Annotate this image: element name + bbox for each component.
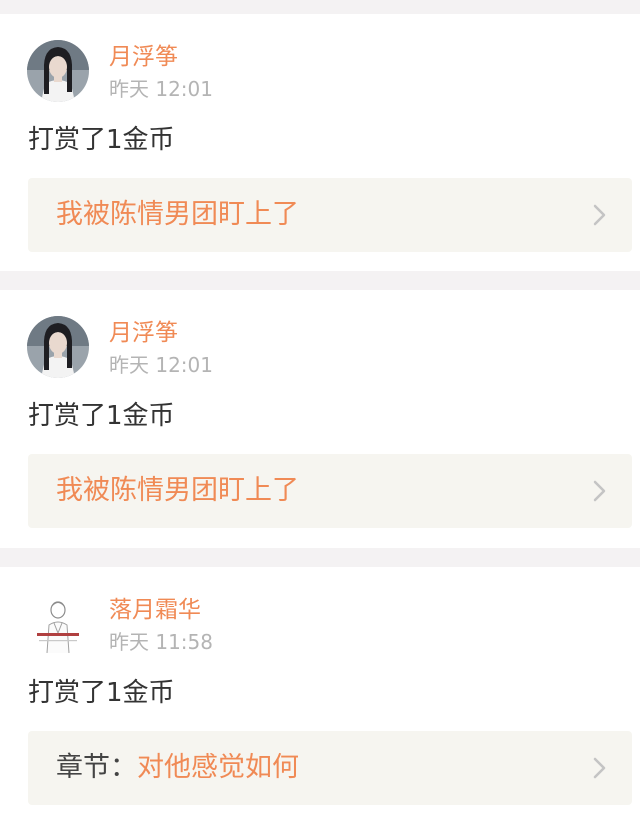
chevron-right-icon [593, 480, 606, 502]
link-title: 我被陈情男团盯上了 [56, 199, 299, 230]
action-text: 打赏了1金币 [28, 125, 175, 155]
user-avatar-image [27, 40, 89, 102]
chapter-link-button[interactable]: 章节：对他感觉如何 [28, 731, 632, 805]
link-text: 我被陈情男团盯上了 [56, 196, 299, 234]
chevron-right-icon [593, 204, 606, 226]
link-text: 我被陈情男团盯上了 [56, 472, 299, 510]
timestamp: 昨天 12:01 [109, 77, 213, 101]
link-prefix: 章节： [56, 752, 137, 783]
story-link-button[interactable]: 我被陈情男团盯上了 [28, 454, 632, 528]
link-title: 对他感觉如何 [137, 752, 299, 783]
username[interactable]: 月浮筝 [109, 318, 178, 348]
avatar[interactable] [27, 593, 89, 655]
feed-item: 月浮筝 昨天 12:01 打赏了1金币 我被陈情男团盯上了 [0, 290, 640, 548]
chevron-right-icon [593, 757, 606, 779]
feed-item: 月浮筝 昨天 12:01 打赏了1金币 我被陈情男团盯上了 [0, 14, 640, 271]
story-link-button[interactable]: 我被陈情男团盯上了 [28, 178, 632, 252]
feed-item: 落月霜华 昨天 11:58 打赏了1金币 章节：对他感觉如何 [0, 567, 640, 822]
reward-feed: 月浮筝 昨天 12:01 打赏了1金币 我被陈情男团盯上了 月浮筝 昨天 12:… [0, 0, 640, 822]
user-avatar-image [27, 593, 89, 655]
username[interactable]: 落月霜华 [109, 595, 201, 625]
avatar[interactable] [27, 316, 89, 378]
user-avatar-image [27, 316, 89, 378]
link-title: 我被陈情男团盯上了 [56, 475, 299, 506]
username[interactable]: 月浮筝 [109, 42, 178, 72]
avatar[interactable] [27, 40, 89, 102]
action-text: 打赏了1金币 [28, 678, 175, 708]
action-text: 打赏了1金币 [28, 401, 175, 431]
timestamp: 昨天 12:01 [109, 353, 213, 377]
timestamp: 昨天 11:58 [109, 630, 213, 654]
link-text: 章节：对他感觉如何 [56, 749, 299, 787]
